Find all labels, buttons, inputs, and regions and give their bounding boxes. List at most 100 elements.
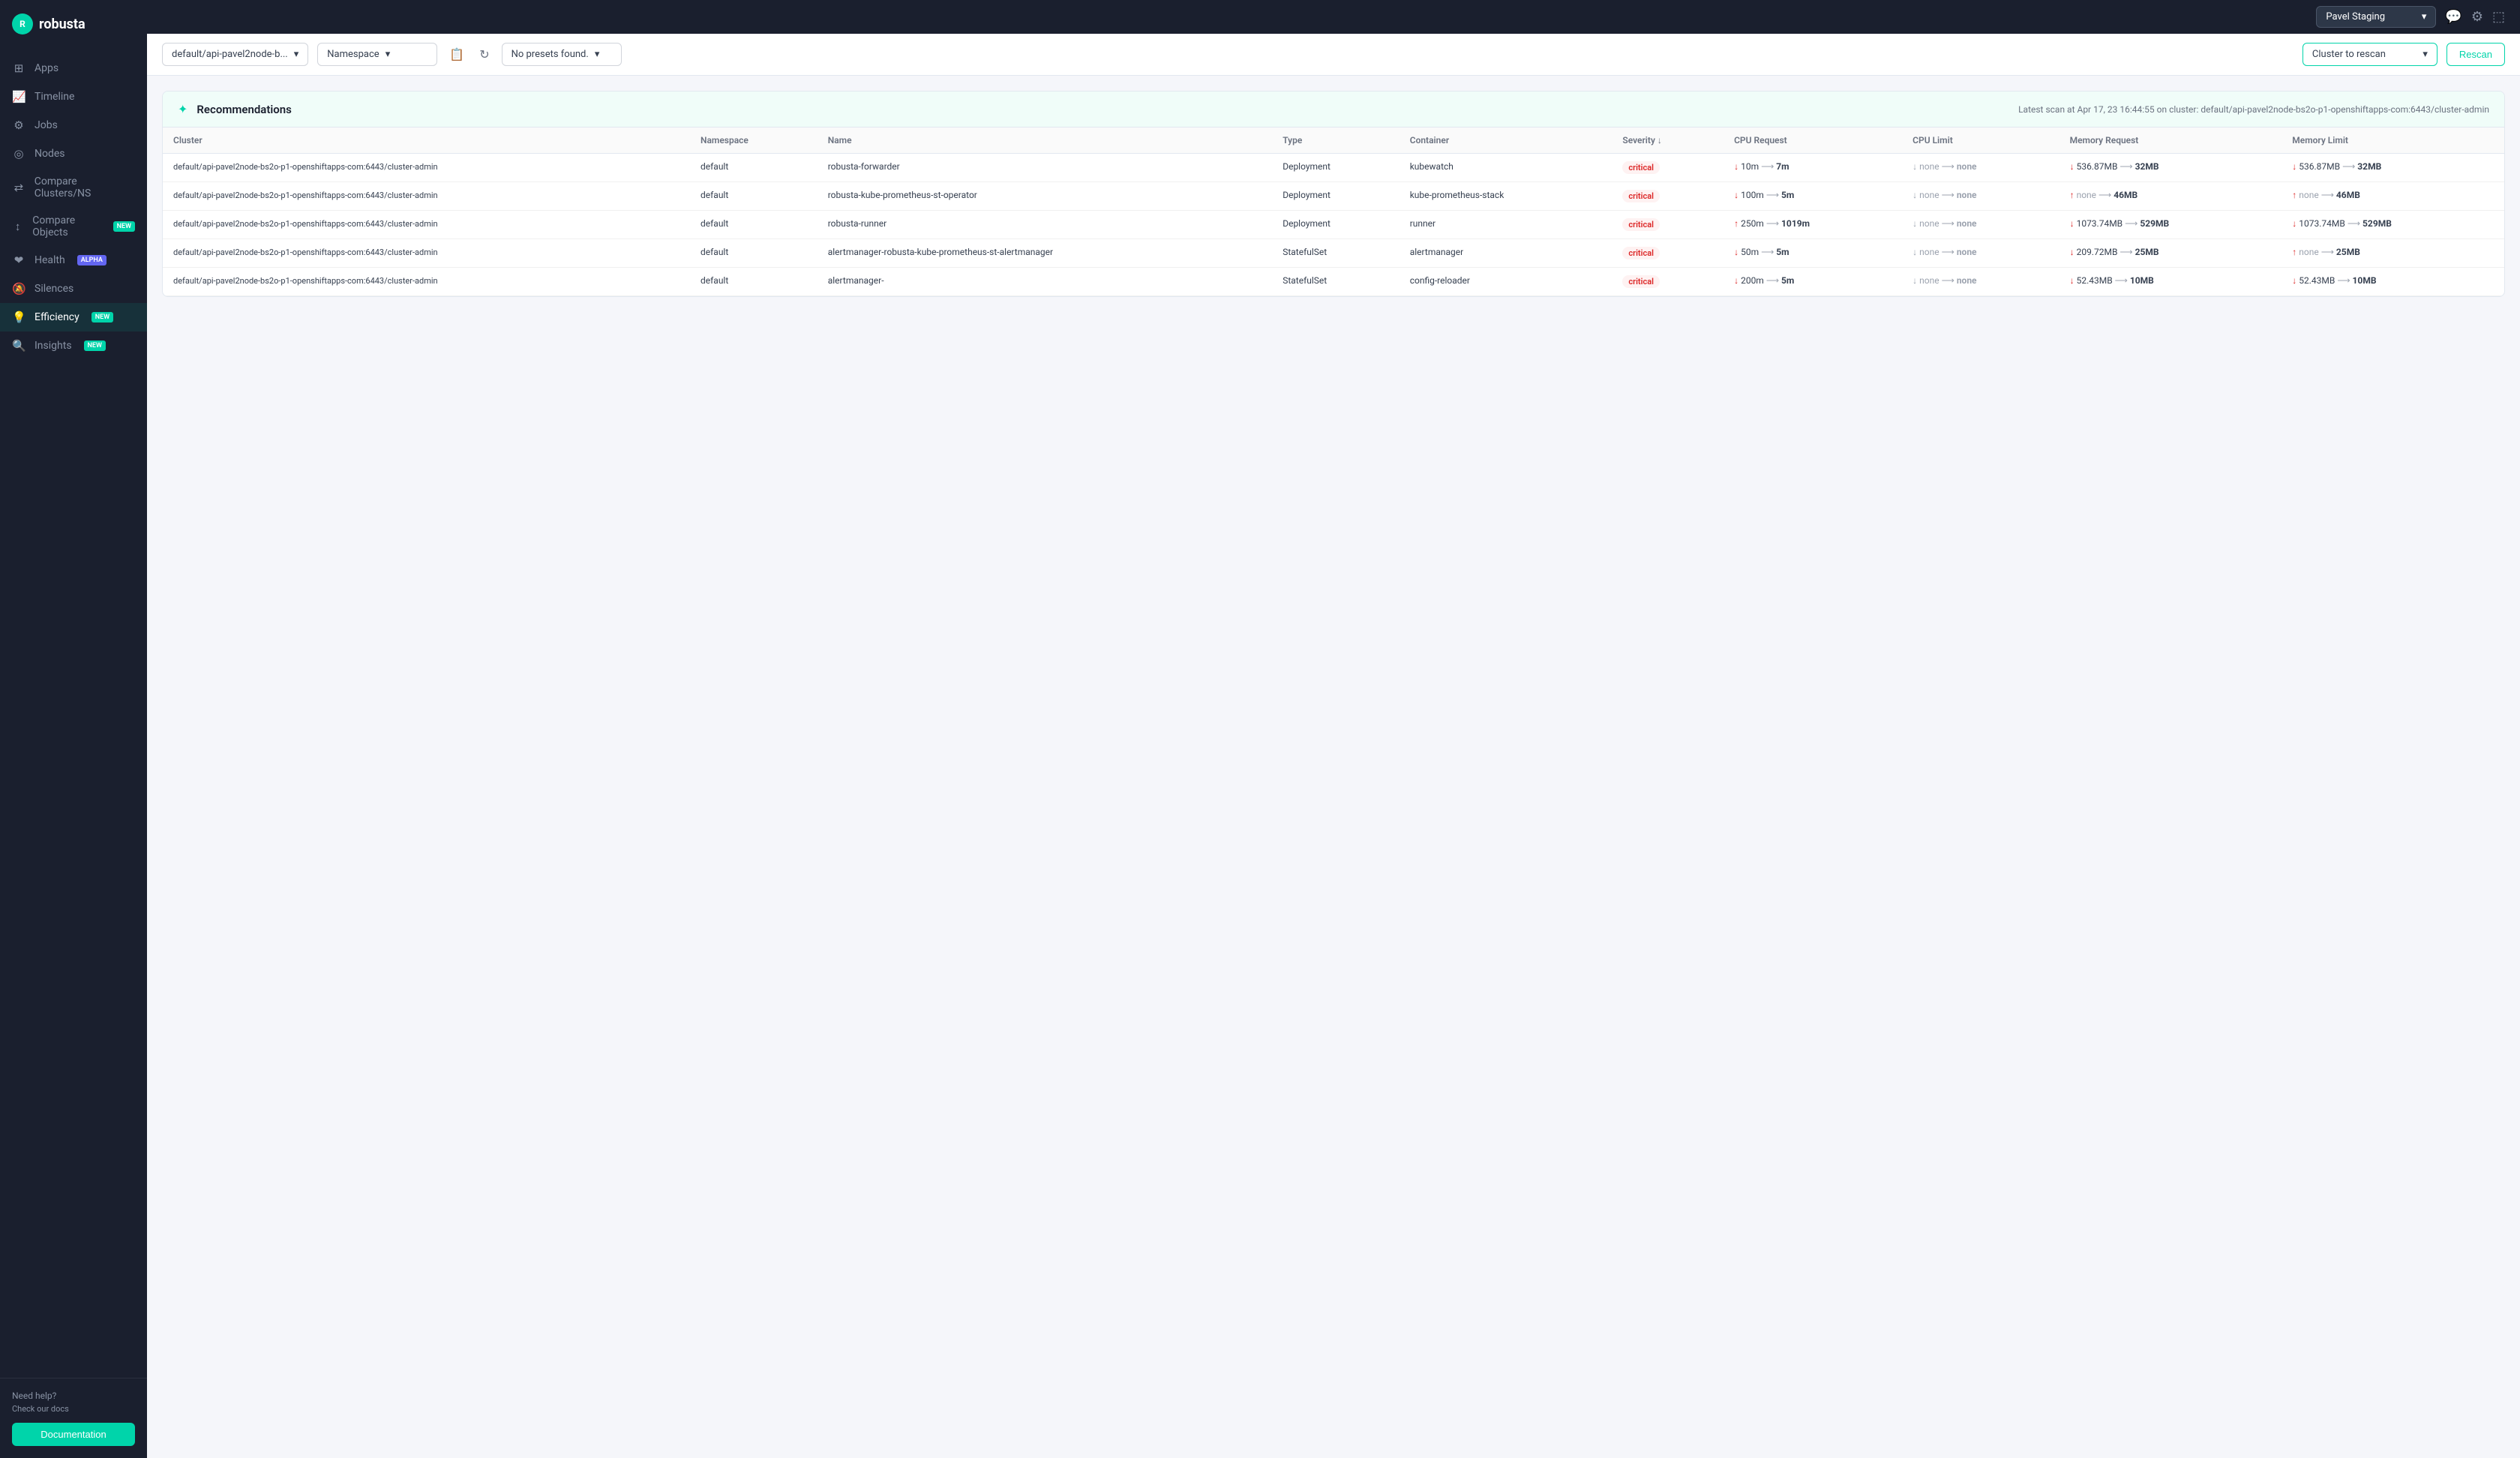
cell-type: StatefulSet xyxy=(1272,268,1400,296)
cell-namespace: default xyxy=(690,182,818,211)
cell-namespace: default xyxy=(690,154,818,182)
table-row: default/api-pavel2node-bs2o-p1-openshift… xyxy=(163,268,2504,296)
cell-severity: critical xyxy=(1612,182,1724,211)
table-row: default/api-pavel2node-bs2o-p1-openshift… xyxy=(163,211,2504,239)
badge-new: NEW xyxy=(113,221,135,232)
cell-name: robusta-kube-prometheus-st-operator xyxy=(818,182,1272,211)
chevron-icon: ▾ xyxy=(386,49,391,60)
sidebar-item-silences[interactable]: 🔕Silences xyxy=(0,274,147,303)
col-memory-request: Memory Request xyxy=(2060,128,2282,154)
cell-cpu-limit: ↓ none ⟶ none xyxy=(1902,239,2059,268)
sidebar: R robusta ⊞Apps📈Timeline⚙Jobs◎Nodes⇄Comp… xyxy=(0,0,147,1458)
badge-new: NEW xyxy=(92,312,113,322)
cell-cpu-limit: ↓ none ⟶ none xyxy=(1902,154,2059,182)
cell-container: kubewatch xyxy=(1400,154,1612,182)
gear-icon[interactable]: ⚙ xyxy=(2471,9,2483,25)
sidebar-item-nodes[interactable]: ◎ Nodes xyxy=(0,140,147,168)
save-icon[interactable]: 📋 xyxy=(446,44,467,64)
chevron-down-icon: ▾ xyxy=(2422,11,2427,22)
cell-memory-limit: ↑ none ⟶ 46MB xyxy=(2282,182,2504,211)
cell-cpu-request: ↑ 250m ⟶ 1019m xyxy=(1724,211,1902,239)
namespace-dropdown[interactable]: Namespace ▾ xyxy=(317,43,437,66)
panel-title: Recommendations xyxy=(196,103,291,116)
sidebar-item-compare-clusters[interactable]: ⇄Compare Clusters/NS xyxy=(0,168,147,207)
sidebar-item-efficiency[interactable]: 💡 Efficiency NEW xyxy=(0,303,147,332)
logo-icon: R xyxy=(12,14,33,34)
cell-cluster: default/api-pavel2node-bs2o-p1-openshift… xyxy=(163,211,690,239)
logo-text: robusta xyxy=(39,16,86,32)
cell-cluster: default/api-pavel2node-bs2o-p1-openshift… xyxy=(163,268,690,296)
sidebar-item-label: Compare Objects xyxy=(32,214,100,238)
check-docs-label: Check our docs xyxy=(12,1404,135,1414)
health-icon: ❤ xyxy=(12,254,26,267)
sidebar-item-insights[interactable]: 🔍InsightsNEW xyxy=(0,332,147,360)
cell-cpu-request: ↓ 200m ⟶ 5m xyxy=(1724,268,1902,296)
cluster-selector-label: Pavel Staging xyxy=(2326,11,2385,22)
refresh-icon[interactable]: ↻ xyxy=(476,44,492,64)
cluster-selector[interactable]: Pavel Staging ▾ xyxy=(2316,6,2436,28)
sidebar-item-label: Health xyxy=(34,254,65,266)
cell-name: robusta-runner xyxy=(818,211,1272,239)
logout-icon[interactable]: ⬚ xyxy=(2492,9,2505,25)
cell-cpu-request: ↓ 10m ⟶ 7m xyxy=(1724,154,1902,182)
cluster-rescan-dropdown[interactable]: Cluster to rescan ▾ xyxy=(2302,43,2438,66)
col-severity: Severity ↓ xyxy=(1612,128,1724,154)
cell-cluster: default/api-pavel2node-bs2o-p1-openshift… xyxy=(163,239,690,268)
col-cluster: Cluster xyxy=(163,128,690,154)
panel-subtitle: Latest scan at Apr 17, 23 16:44:55 on cl… xyxy=(2018,104,2489,115)
cell-severity: critical xyxy=(1612,211,1724,239)
cell-memory-limit: ↑ none ⟶ 25MB xyxy=(2282,239,2504,268)
presets-placeholder: No presets found. xyxy=(512,49,589,60)
header-icons: 💬 ⚙ ⬚ xyxy=(2445,9,2505,25)
logo: R robusta xyxy=(0,0,147,48)
sidebar-item-label: Timeline xyxy=(34,91,74,103)
sidebar-bottom: Need help? Check our docs Documentation xyxy=(0,1378,147,1458)
chevron-icon: ▾ xyxy=(294,49,299,60)
recommendations-icon: ✦ xyxy=(178,102,188,116)
sidebar-item-compare-objects[interactable]: ↕ Compare Objects NEW xyxy=(0,207,147,246)
cell-memory-limit: ↓ 52.43MB ⟶ 10MB xyxy=(2282,268,2504,296)
jobs-icon: ⚙ xyxy=(12,118,26,132)
cell-memory-request: ↓ 209.72MB ⟶ 25MB xyxy=(2060,239,2282,268)
toolbar: default/api-pavel2node-b... ▾ Namespace … xyxy=(147,34,2520,76)
table-row: default/api-pavel2node-bs2o-p1-openshift… xyxy=(163,182,2504,211)
chevron-icon: ▾ xyxy=(595,49,600,60)
cell-cluster: default/api-pavel2node-bs2o-p1-openshift… xyxy=(163,154,690,182)
sidebar-item-health[interactable]: ❤HealthALPHA xyxy=(0,246,147,274)
cell-name: robusta-forwarder xyxy=(818,154,1272,182)
cell-severity: critical xyxy=(1612,239,1724,268)
cell-type: StatefulSet xyxy=(1272,239,1400,268)
cell-container: alertmanager xyxy=(1400,239,1612,268)
main-content: Pavel Staging ▾ 💬 ⚙ ⬚ default/api-pavel2… xyxy=(147,0,2520,1458)
cell-memory-request: ↓ 536.87MB ⟶ 32MB xyxy=(2060,154,2282,182)
cell-memory-request: ↑ none ⟶ 46MB xyxy=(2060,182,2282,211)
efficiency-icon: 💡 xyxy=(12,310,26,324)
col-type: Type xyxy=(1272,128,1400,154)
cell-memory-limit: ↓ 1073.74MB ⟶ 529MB xyxy=(2282,211,2504,239)
compare-objects-icon: ↕ xyxy=(12,220,23,233)
nodes-icon: ◎ xyxy=(12,147,26,160)
sidebar-item-jobs[interactable]: ⚙Jobs xyxy=(0,111,147,140)
insights-icon: 🔍 xyxy=(12,339,26,352)
presets-dropdown[interactable]: No presets found. ▾ xyxy=(502,43,622,66)
panel-header: ✦ Recommendations Latest scan at Apr 17,… xyxy=(163,92,2504,128)
col-container: Container xyxy=(1400,128,1612,154)
compare-clusters-icon: ⇄ xyxy=(12,181,26,194)
cell-cpu-request: ↓ 100m ⟶ 5m xyxy=(1724,182,1902,211)
cluster-filter-dropdown[interactable]: default/api-pavel2node-b... ▾ xyxy=(162,43,308,66)
chevron-icon: ▾ xyxy=(2422,49,2428,60)
timeline-icon: 📈 xyxy=(12,90,26,104)
cluster-filter-value: default/api-pavel2node-b... xyxy=(172,49,288,60)
sidebar-item-timeline[interactable]: 📈 Timeline xyxy=(0,82,147,111)
cell-type: Deployment xyxy=(1272,182,1400,211)
cell-name: alertmanager-robusta-kube-prometheus-st-… xyxy=(818,239,1272,268)
sidebar-item-label: Efficiency xyxy=(34,311,80,323)
sidebar-item-apps[interactable]: ⊞Apps xyxy=(0,54,147,82)
col-memory-limit: Memory Limit xyxy=(2282,128,2504,154)
table-row: default/api-pavel2node-bs2o-p1-openshift… xyxy=(163,154,2504,182)
documentation-button[interactable]: Documentation xyxy=(12,1423,135,1446)
cell-severity: critical xyxy=(1612,268,1724,296)
chat-icon[interactable]: 💬 xyxy=(2445,9,2462,25)
rescan-button[interactable]: Rescan xyxy=(2446,43,2505,66)
sidebar-item-label: Nodes xyxy=(34,148,65,160)
